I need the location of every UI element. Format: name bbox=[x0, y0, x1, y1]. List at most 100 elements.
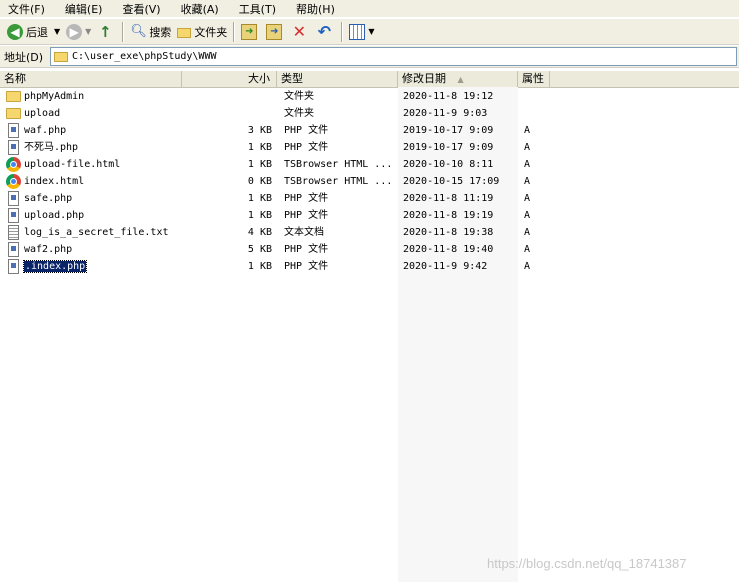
file-name-text: upload.php bbox=[24, 210, 85, 221]
file-modified: 2019-10-17 9:09 bbox=[403, 125, 494, 136]
toolbar-divider bbox=[122, 21, 125, 42]
menu-file[interactable]: 文件(F) bbox=[4, 0, 49, 18]
file-attributes: A bbox=[524, 227, 531, 238]
menu-bar: 文件(F) 编辑(E) 查看(V) 收藏(A) 工具(T) 帮助(H) bbox=[0, 0, 739, 18]
file-attributes: A bbox=[524, 125, 531, 136]
file-attributes: A bbox=[524, 159, 531, 170]
folders-label: 文件夹 bbox=[194, 25, 228, 39]
back-button[interactable]: ◀ 后退 ▼ bbox=[4, 21, 63, 43]
delete-button[interactable]: ✕ bbox=[288, 21, 313, 43]
back-label: 后退 bbox=[26, 25, 48, 39]
file-size: 1 KB bbox=[247, 261, 272, 272]
file-size: 1 KB bbox=[247, 142, 272, 153]
move-to-icon: ➜ bbox=[241, 23, 258, 40]
file-type: 文件夹 bbox=[284, 91, 314, 102]
file-row[interactable]: safe.php 1 KB PHP 文件 2020-11-8 11:19 A bbox=[0, 190, 739, 207]
file-name: waf2.php bbox=[24, 241, 72, 258]
menu-tools[interactable]: 工具(T) bbox=[235, 0, 280, 18]
file-row[interactable]: upload-file.html 1 KB TSBrowser HTML ... 20… bbox=[0, 156, 739, 173]
file-modified: 2020-11-8 19:19 bbox=[403, 210, 494, 221]
file-modified: 2020-11-9 9:03 bbox=[403, 108, 488, 119]
file-row[interactable]: phpMyAdmin 文件夹 2020-11-8 19:12 bbox=[0, 88, 739, 105]
file-name-text: log_is_a_secret_file.txt bbox=[24, 227, 169, 238]
column-header-modified[interactable]: 修改日期 ▲ bbox=[398, 71, 518, 87]
file-attributes: A bbox=[524, 261, 531, 272]
column-headers: 名称 大小 类型 修改日期 ▲ 属性 bbox=[0, 71, 739, 88]
copy-to-button[interactable]: ➜ bbox=[263, 21, 288, 43]
file-attributes: A bbox=[524, 176, 531, 187]
file-name: .index.php bbox=[22, 258, 88, 275]
file-attributes: A bbox=[524, 210, 531, 221]
file-name: phpMyAdmin bbox=[24, 88, 84, 105]
file-attributes: A bbox=[524, 142, 531, 153]
search-label: 搜索 bbox=[149, 25, 172, 39]
address-input[interactable]: C:\user_exe\phpStudy\WWW bbox=[50, 47, 737, 66]
file-size: 3 KB bbox=[247, 125, 272, 136]
column-header-size[interactable]: 大小 bbox=[182, 71, 277, 87]
file-type: PHP 文件 bbox=[284, 125, 329, 136]
column-header-type[interactable]: 类型 bbox=[277, 71, 398, 87]
file-size: 0 KB bbox=[247, 176, 272, 187]
file-row[interactable]: 不死马.php 1 KB PHP 文件 2019-10-17 9:09 A bbox=[0, 139, 739, 156]
menu-favorites[interactable]: 收藏(A) bbox=[177, 0, 223, 18]
folders-button[interactable]: 文件夹 bbox=[174, 21, 230, 43]
views-icon bbox=[349, 23, 366, 40]
browser-html-icon bbox=[6, 174, 21, 189]
file-type: PHP 文件 bbox=[284, 193, 329, 204]
file-row[interactable]: waf.php 3 KB PHP 文件 2019-10-17 9:09 A bbox=[0, 122, 739, 139]
file-name: waf.php bbox=[24, 122, 66, 139]
file-size: 1 KB bbox=[247, 210, 272, 221]
move-to-button[interactable]: ➜ bbox=[238, 21, 263, 43]
file-type: PHP 文件 bbox=[284, 261, 329, 272]
undo-button[interactable]: ↶ bbox=[313, 21, 338, 43]
search-icon: 🔍︎ bbox=[130, 23, 147, 39]
file-name-text: 不死马.php bbox=[24, 142, 79, 153]
column-header-modified-label: 修改日期 bbox=[402, 72, 446, 85]
file-row[interactable]: upload 文件夹 2020-11-9 9:03 bbox=[0, 105, 739, 122]
file-type: TSBrowser HTML ... bbox=[284, 176, 393, 187]
menu-help[interactable]: 帮助(H) bbox=[292, 0, 339, 18]
php-file-icon bbox=[8, 123, 19, 138]
undo-icon: ↶ bbox=[317, 21, 332, 41]
file-size: 4 KB bbox=[247, 227, 272, 238]
views-button[interactable]: ▼ bbox=[346, 21, 377, 43]
file-modified: 2020-10-15 17:09 bbox=[403, 176, 500, 187]
file-name-text: phpMyAdmin bbox=[24, 91, 85, 102]
file-type: PHP 文件 bbox=[284, 210, 329, 221]
up-folder-icon: ↑ bbox=[99, 22, 112, 41]
file-row[interactable]: index.html 0 KB TSBrowser HTML ... 2020-10-… bbox=[0, 173, 739, 190]
file-size: 1 KB bbox=[247, 159, 272, 170]
menu-view[interactable]: 查看(V) bbox=[118, 0, 164, 18]
php-file-icon bbox=[8, 140, 19, 155]
file-modified: 2020-11-8 19:40 bbox=[403, 244, 494, 255]
file-attributes: A bbox=[524, 244, 531, 255]
search-button[interactable]: 🔍︎ 搜索 bbox=[127, 21, 174, 43]
column-header-name[interactable]: 名称 bbox=[0, 71, 182, 87]
file-name: safe.php bbox=[24, 190, 72, 207]
file-row[interactable]: log_is_a_secret_file.txt 4 KB 文本文档 2020-11-… bbox=[0, 224, 739, 241]
toolbar-divider bbox=[233, 21, 236, 42]
forward-button[interactable]: ▶ ▼ bbox=[63, 21, 94, 43]
file-modified: 2019-10-17 9:09 bbox=[403, 142, 494, 153]
file-name: 不死马.php bbox=[24, 139, 78, 156]
forward-arrow-icon: ▶ bbox=[66, 23, 83, 40]
file-row[interactable]: upload.php 1 KB PHP 文件 2020-11-8 19:19 A bbox=[0, 207, 739, 224]
file-name-text: index.html bbox=[24, 176, 85, 187]
file-attributes: A bbox=[524, 193, 531, 204]
file-modified: 2020-11-8 11:19 bbox=[403, 193, 494, 204]
file-name-text: upload-file.html bbox=[24, 159, 121, 170]
file-modified: 2020-10-10 8:11 bbox=[403, 159, 494, 170]
column-header-attributes[interactable]: 属性 bbox=[518, 71, 550, 87]
file-name-text: waf2.php bbox=[24, 244, 73, 255]
file-name-text: upload bbox=[24, 108, 61, 119]
up-folder-button[interactable]: ↑ bbox=[94, 21, 119, 43]
file-name: log_is_a_secret_file.txt bbox=[24, 224, 169, 241]
file-row[interactable]: .index.php 1 KB PHP 文件 2020-11-9 9:42 A bbox=[0, 258, 739, 275]
address-label: 地址(D) bbox=[4, 50, 44, 64]
toolbar-divider bbox=[341, 21, 344, 42]
file-modified: 2020-11-8 19:12 bbox=[403, 91, 494, 102]
menu-edit[interactable]: 编辑(E) bbox=[61, 0, 107, 18]
chevron-down-icon: ▼ bbox=[85, 27, 92, 36]
file-modified: 2020-11-9 9:42 bbox=[403, 261, 488, 272]
file-row[interactable]: waf2.php 5 KB PHP 文件 2020-11-8 19:40 A bbox=[0, 241, 739, 258]
